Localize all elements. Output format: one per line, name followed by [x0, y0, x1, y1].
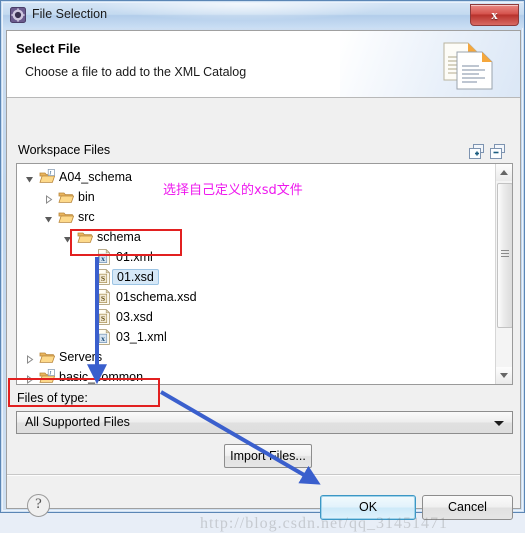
tree-item-01-xsd[interactable]: S 01.xsd	[17, 267, 495, 287]
close-icon: x	[491, 7, 498, 22]
tree-item-03-xsd[interactable]: S 03.xsd	[17, 307, 495, 327]
scroll-up-arrow-icon[interactable]	[496, 164, 512, 181]
xml-file-icon: x	[96, 248, 112, 265]
svg-text:S: S	[101, 294, 105, 303]
tree-item-src[interactable]: src	[17, 207, 495, 227]
xsd-file-icon: S	[96, 288, 112, 305]
tree-item-schema[interactable]: schema	[17, 227, 495, 247]
workspace-files-tree[interactable]: J A04_schema bin src schema x 01.xml S 01.xsd S 01…	[16, 163, 513, 385]
xsd-file-icon: S	[96, 268, 112, 285]
tree-item-label: 01.xml	[116, 250, 153, 264]
title-bar[interactable]: File Selection x	[3, 3, 524, 28]
dialog-header: Select File Choose a file to add to the …	[7, 31, 520, 98]
help-button[interactable]: ?	[27, 494, 50, 517]
title-bar-sheen	[93, 3, 393, 21]
twisty-collapsed-icon[interactable]	[25, 353, 34, 364]
svg-text:S: S	[101, 274, 105, 283]
footer-separator	[7, 474, 520, 476]
svg-text:S: S	[101, 314, 105, 323]
xsd-file-icon: S	[96, 308, 112, 325]
twisty-expanded-icon[interactable]	[25, 173, 34, 183]
tree-item-bin[interactable]: bin	[17, 187, 495, 207]
tree-item-01-xml[interactable]: x 01.xml	[17, 247, 495, 267]
eclipse-gear-icon	[10, 7, 26, 23]
folder-icon	[39, 349, 56, 365]
chevron-down-icon	[494, 421, 504, 426]
tree-item-label: basic_common	[59, 370, 144, 384]
cancel-button[interactable]: Cancel	[422, 495, 513, 520]
twisty-expanded-icon[interactable]	[44, 213, 53, 223]
tree-vertical-scrollbar[interactable]	[495, 164, 512, 384]
twisty-expanded-icon[interactable]	[63, 233, 72, 243]
file-selection-dialog: File Selection x Select File Choose a fi…	[0, 0, 525, 532]
java-project-folder-icon: J	[39, 369, 56, 384]
folder-icon	[77, 229, 94, 245]
tree-item-label: 03.xsd	[116, 310, 153, 324]
tree-item-label: 01.xsd	[112, 269, 159, 285]
close-button[interactable]: x	[470, 4, 519, 26]
tree-scroll-area: J A04_schema bin src schema x 01.xml S 01.xsd S 01…	[17, 164, 495, 384]
tree-item-label: Servers	[59, 350, 103, 364]
twisty-collapsed-icon[interactable]	[25, 373, 34, 384]
folder-icon	[58, 209, 75, 225]
folder-icon	[58, 189, 75, 205]
svg-text:x: x	[101, 254, 105, 263]
tree-item-03-1-xml[interactable]: x 03_1.xml	[17, 327, 495, 347]
xml-file-icon: x	[96, 328, 112, 345]
tree-item-01schema-xsd[interactable]: S 01schema.xsd	[17, 287, 495, 307]
twisty-collapsed-icon[interactable]	[44, 193, 53, 204]
scrollbar-thumb[interactable]	[497, 183, 512, 328]
dialog-body: Select File Choose a file to add to the …	[6, 30, 521, 532]
scroll-down-arrow-icon[interactable]	[496, 367, 512, 384]
tree-item-a04-schema[interactable]: J A04_schema	[17, 167, 495, 187]
tree-item-label: src	[78, 210, 95, 224]
files-of-type-label: Files of type:	[17, 391, 88, 405]
tree-item-label: 01schema.xsd	[116, 290, 197, 304]
workspace-files-label: Workspace Files	[18, 143, 111, 157]
file-type-dropdown[interactable]: All Supported Files	[16, 411, 513, 434]
file-type-selected-value: All Supported Files	[25, 415, 130, 429]
tree-item-label: 03_1.xml	[116, 330, 167, 344]
tree-item-basic-common[interactable]: Jbasic_common	[17, 367, 495, 384]
tree-item-label: schema	[97, 230, 141, 244]
tree-item-label: bin	[78, 190, 95, 204]
svg-text:x: x	[101, 334, 105, 343]
java-project-folder-icon: J	[39, 169, 56, 185]
documents-icon	[439, 37, 497, 93]
page-subtitle: Choose a file to add to the XML Catalog	[25, 65, 247, 79]
page-title: Select File	[16, 41, 81, 56]
tree-item-servers[interactable]: Servers	[17, 347, 495, 367]
tree-item-label: A04_schema	[59, 170, 132, 184]
ok-button[interactable]: OK	[320, 495, 416, 520]
collapse-all-icon[interactable]	[489, 143, 506, 160]
window-title: File Selection	[32, 7, 108, 21]
expand-all-icon[interactable]	[468, 143, 485, 160]
import-files-button[interactable]: Import Files...	[224, 444, 312, 468]
